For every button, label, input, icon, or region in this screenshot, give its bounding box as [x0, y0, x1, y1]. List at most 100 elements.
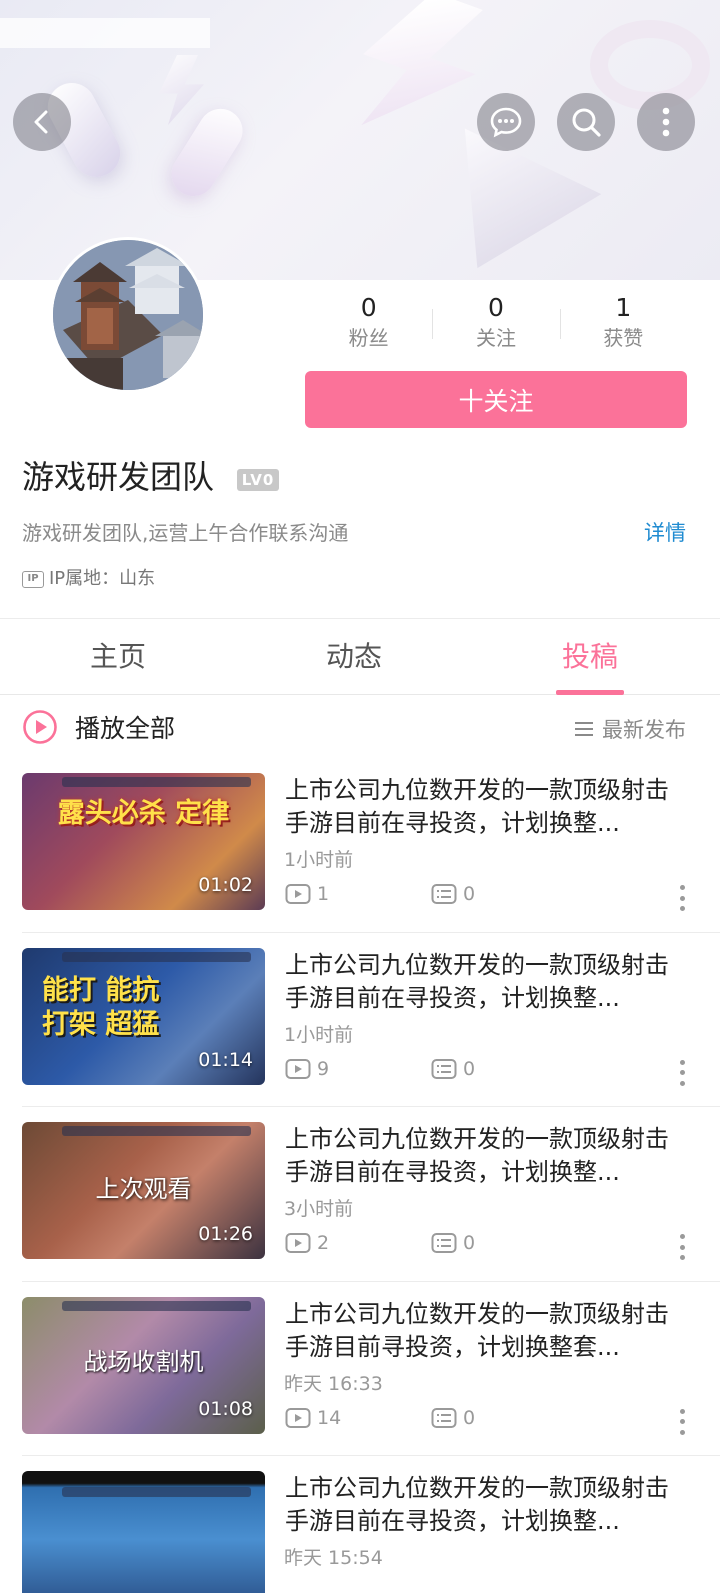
sort-button[interactable]: 最新发布 — [574, 714, 686, 744]
video-duration: 01:02 — [198, 874, 253, 896]
profile-banner — [0, 0, 720, 280]
video-thumbnail[interactable]: 战场收割机 01:08 — [22, 1296, 265, 1434]
profile-name: 游戏研发团队 — [22, 458, 215, 496]
video-item[interactable]: 露头必杀 定律 01:02 上市公司九位数开发的一款顶级射击手游目前在寻投资，计… — [0, 757, 720, 932]
video-title[interactable]: 上市公司九位数开发的一款顶级射击手游目前在寻投资，计划换整... — [285, 1123, 690, 1189]
danmaku-count: 0 — [463, 1232, 476, 1254]
video-more-button[interactable] — [680, 1408, 686, 1435]
stat-value: 0 — [488, 293, 504, 322]
more-vertical-icon — [680, 1408, 685, 1414]
play-count: 2 — [317, 1232, 330, 1254]
more-button[interactable] — [637, 93, 695, 151]
video-item[interactable]: 战场收割机 01:08 上市公司九位数开发的一款顶级射击手游目前寻投资，计划换整… — [0, 1280, 720, 1456]
back-button[interactable] — [13, 93, 71, 151]
video-duration: 01:08 — [198, 1397, 253, 1420]
video-thumbnail[interactable]: 能打 能抗 打架 超猛 01:14 — [22, 947, 265, 1085]
danmaku-icon — [431, 1058, 457, 1079]
danmaku-stat: 0 — [431, 1405, 475, 1431]
more-vertical-icon — [680, 1234, 685, 1239]
thumbnail-hud — [62, 1126, 251, 1136]
video-time: 1小时前 — [284, 849, 354, 871]
ip-location: IP IP属地：山东 — [22, 566, 155, 592]
search-button[interactable] — [557, 93, 615, 151]
search-icon — [572, 108, 601, 137]
video-time: 1小时前 — [284, 1023, 354, 1046]
more-vertical-icon — [680, 895, 685, 901]
banner-decoration — [0, 18, 210, 48]
play-count-icon — [285, 1233, 311, 1253]
thumbnail-hud — [62, 1487, 251, 1497]
avatar-image — [53, 240, 203, 390]
stat-label: 获赞 — [603, 326, 644, 350]
video-time: 昨天 15:54 — [284, 1547, 383, 1569]
video-meta: 14 0 — [285, 1405, 705, 1431]
thumbnail-caption: 上次观看 — [95, 1175, 192, 1203]
follow-button[interactable]: 十关注 — [305, 371, 687, 428]
avatar[interactable] — [50, 237, 206, 393]
thumbnail-hud — [62, 951, 251, 962]
video-meta: 1 0 — [285, 881, 705, 907]
thumbnail-hud — [62, 1300, 251, 1311]
more-vertical-icon — [680, 1419, 685, 1424]
stat-value: 1 — [615, 293, 632, 322]
banner-decoration — [163, 100, 251, 205]
sort-label: 最新发布 — [602, 718, 686, 742]
play-count-icon — [285, 884, 311, 904]
tab-uploads[interactable]: 投稿 — [472, 619, 708, 695]
tab-bar: 主页 动态 投稿 — [0, 619, 720, 695]
ip-location-label: IP属地：山东 — [49, 568, 156, 589]
play-count: 9 — [317, 1057, 330, 1080]
play-all-button[interactable]: 播放全部 — [22, 709, 175, 745]
video-title[interactable]: 上市公司九位数开发的一款顶级射击手游目前在寻投资，计划换整... — [285, 1472, 690, 1538]
thumbnail-caption: 能打 能抗 打架 超猛 — [42, 974, 160, 1040]
message-button[interactable] — [477, 93, 535, 151]
thumbnail-hud — [62, 777, 251, 787]
more-vertical-icon — [680, 1244, 685, 1250]
detail-link[interactable]: 详情 — [644, 518, 686, 548]
more-vertical-icon — [680, 1059, 685, 1065]
video-duration: 01:26 — [198, 1223, 253, 1245]
video-item[interactable]: 上次观看 01:26 上市公司九位数开发的一款顶级射击手游目前在寻投资，计划换整… — [0, 1106, 720, 1281]
video-more-button[interactable] — [680, 885, 686, 911]
video-title[interactable]: 上市公司九位数开发的一款顶级射击手游目前在寻投资，计划换整... — [285, 949, 690, 1015]
stat-following[interactable]: 0 关注 — [432, 293, 559, 353]
danmaku-icon — [431, 1233, 457, 1253]
tab-home[interactable]: 主页 — [0, 619, 236, 694]
video-thumbnail[interactable]: 上次观看 01:26 — [22, 1122, 265, 1259]
more-vertical-icon — [680, 1429, 685, 1435]
more-vertical-icon — [680, 1255, 685, 1260]
banner-decoration — [159, 55, 204, 125]
stat-label: 关注 — [475, 326, 516, 350]
list-icon — [575, 722, 593, 736]
stat-followers[interactable]: 0 粉丝 — [305, 293, 432, 353]
danmaku-icon — [431, 1407, 457, 1428]
danmaku-stat: 0 — [431, 1230, 475, 1256]
play-circle-icon — [23, 710, 57, 744]
video-item[interactable]: 上市公司九位数开发的一款顶级射击手游目前在寻投资，计划换整... 昨天 15:5… — [0, 1455, 720, 1593]
profile-bio: 游戏研发团队,运营上午合作联系沟通 — [22, 521, 349, 545]
more-vertical-icon — [680, 885, 685, 890]
video-title[interactable]: 上市公司九位数开发的一款顶级射击手游目前寻投资，计划换整套... — [285, 1298, 690, 1364]
profile-stats: 0 粉丝 0 关注 1 获赞 — [305, 293, 687, 353]
thumbnail-caption: 战场收割机 — [83, 1347, 204, 1376]
tab-dynamics[interactable]: 动态 — [236, 619, 472, 694]
danmaku-count: 0 — [463, 883, 476, 905]
video-more-button[interactable] — [680, 1234, 686, 1260]
play-all-label: 播放全部 — [75, 714, 176, 743]
play-count: 14 — [317, 1406, 342, 1429]
video-thumbnail[interactable]: 露头必杀 定律 01:02 — [22, 773, 265, 910]
video-thumbnail[interactable] — [22, 1471, 265, 1593]
stat-likes[interactable]: 1 获赞 — [559, 293, 687, 353]
video-title[interactable]: 上市公司九位数开发的一款顶级射击手游目前在寻投资，计划换整... — [285, 774, 690, 840]
danmaku-stat: 0 — [431, 881, 475, 907]
stat-value: 0 — [360, 293, 377, 322]
stat-label: 粉丝 — [348, 326, 389, 350]
video-more-button[interactable] — [680, 1059, 686, 1086]
more-vertical-icon — [662, 107, 670, 137]
video-time: 3小时前 — [284, 1198, 354, 1220]
ip-icon: IP — [22, 570, 44, 588]
level-badge: LV0 — [237, 469, 279, 491]
video-item[interactable]: 能打 能抗 打架 超猛 01:14 上市公司九位数开发的一款顶级射击手游目前在寻… — [0, 931, 720, 1107]
more-vertical-icon — [680, 1080, 685, 1086]
video-meta: 2 0 — [285, 1230, 705, 1256]
